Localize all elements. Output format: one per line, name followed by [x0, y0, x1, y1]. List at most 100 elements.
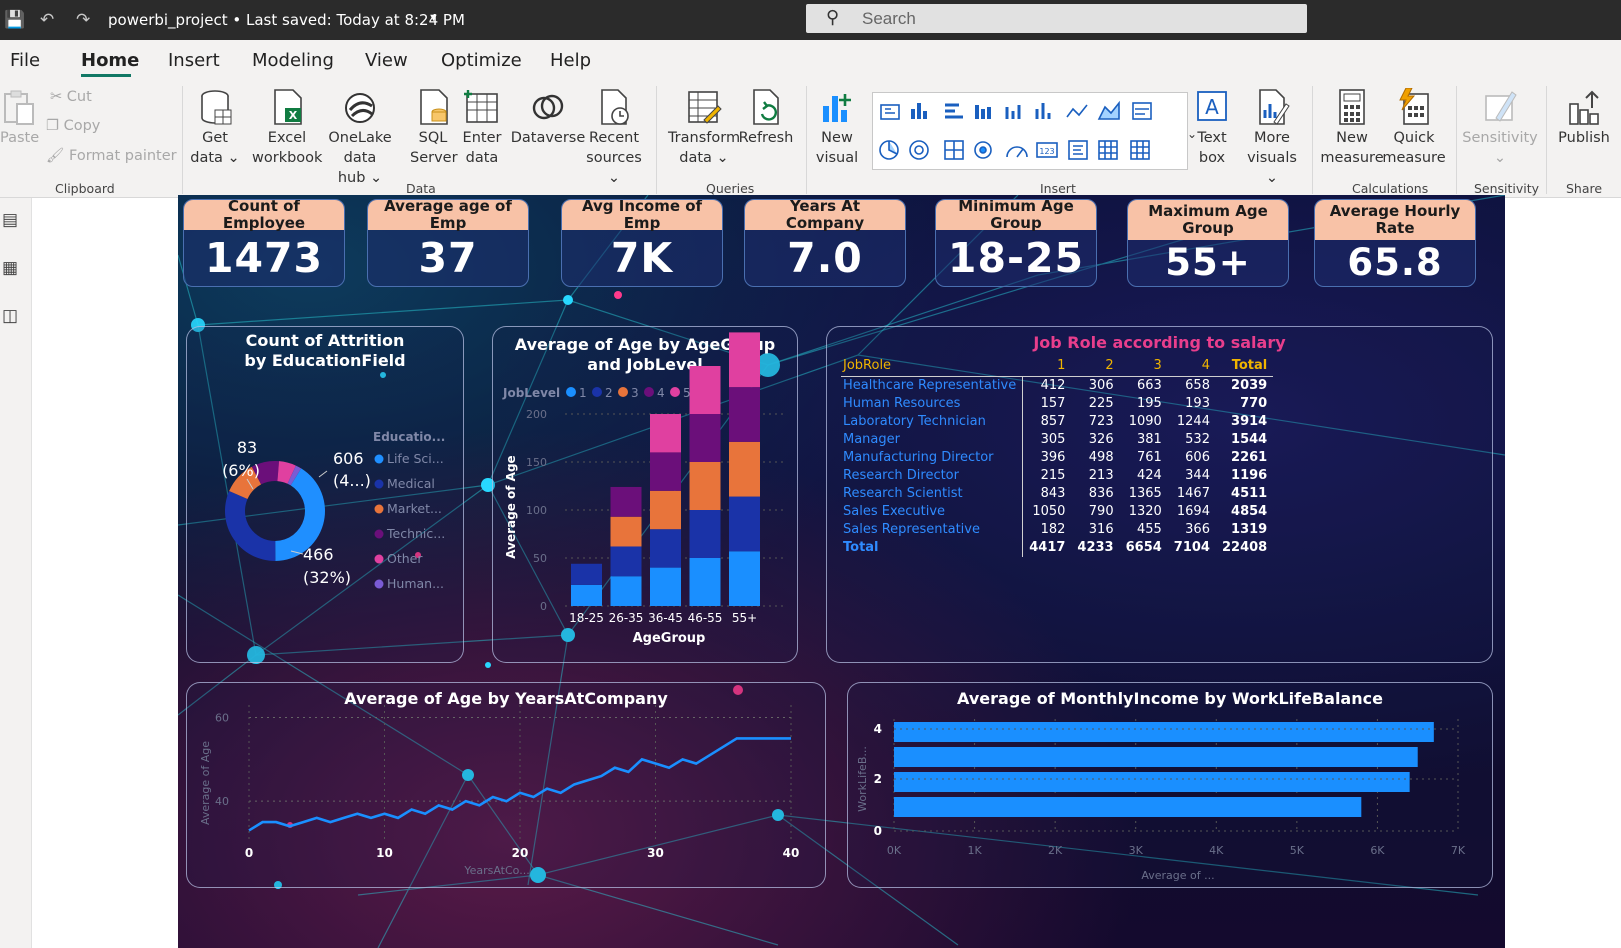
table-view-icon[interactable]: ▦ [2, 258, 18, 278]
bar-segment [650, 452, 681, 491]
column-header[interactable]: JobRole [841, 355, 1023, 377]
column-header[interactable]: 1 [1023, 355, 1072, 377]
kpi-card-maximum-age-group[interactable]: Maximum Age Group 55+ [1127, 199, 1289, 287]
attrition-donut-panel[interactable]: Count of Attrition by EducationField 83(… [186, 326, 464, 663]
table-cell: 1090 [1128, 414, 1162, 429]
x-tick-label: 26-35 [609, 611, 644, 625]
bar-segment [689, 510, 721, 558]
table-row[interactable]: Healthcare Representative 412 306 663 658 203… [841, 376, 1273, 395]
sql-server-button[interactable]: SQL Server [410, 88, 458, 168]
text-box-button[interactable]: A Text box [1190, 88, 1234, 168]
table-row[interactable]: Manufacturing Director 396 498 761 606 2261 [841, 448, 1273, 467]
legend-label: 1 [579, 386, 587, 400]
table-cell: Total [841, 538, 1024, 557]
quick-measure-button[interactable]: Quick measure [1382, 88, 1446, 168]
table-row[interactable]: Research Scientist 843 836 1365 1467 4511 [841, 484, 1273, 503]
publish-icon [1569, 90, 1599, 125]
tab-optimize[interactable]: Optimize [441, 50, 522, 71]
bar-segment [571, 563, 602, 585]
tab-home[interactable]: Home [81, 50, 139, 71]
table-row[interactable]: Sales Executive 1050 790 1320 1694 4854 [841, 502, 1273, 521]
bar-segment [689, 414, 721, 462]
donut-label: (32%) [303, 568, 351, 587]
stacked-bar-chart: JobLevel 1 2 3 4 505010015020018-25 26-35 36-45… [502, 332, 783, 646]
group-separator [806, 86, 807, 194]
kpi-card-minimum-age-group[interactable]: Minimum Age Group 18-25 [935, 199, 1097, 287]
kpi-value: 7.0 [787, 234, 863, 282]
tab-insert[interactable]: Insert [168, 50, 220, 71]
table-cell: 1467 [1176, 486, 1210, 501]
table-cell: Sales Representative [841, 520, 1024, 539]
save-icon[interactable]: 💾 [4, 10, 25, 30]
kpi-card-years-at-company[interactable]: Years At Company 7.0 [744, 199, 906, 287]
dataverse-icon [532, 94, 564, 120]
tab-help[interactable]: Help [550, 50, 591, 71]
table-cell: 7104 [1173, 540, 1210, 555]
format-painter-button[interactable]: 🖌 Format painter [46, 147, 177, 164]
legend-marker [566, 387, 576, 397]
new-measure-button[interactable]: New measure [1320, 88, 1384, 168]
kpi-value: 37 [418, 234, 478, 282]
age-years-line-panel[interactable]: Average of Age by YearsAtCompany 40 60 0 10… [186, 682, 826, 888]
chevron-down-icon[interactable]: ▼ [428, 12, 439, 24]
publish-button[interactable]: Publish [1554, 88, 1614, 148]
donut-chart: 83 (6%) 606 (4...) 466 (32%) Educatio... Life S… [222, 430, 445, 591]
menu-bar: File Home Insert Modeling View Optimize … [0, 40, 1621, 80]
dataverse-button[interactable]: Dataverse [508, 88, 588, 148]
enter-data-button[interactable]: Enter data [458, 88, 506, 168]
refresh-button[interactable]: Refresh [734, 88, 798, 148]
redo-icon[interactable]: ↷ [76, 10, 90, 30]
visual-gallery[interactable]: 123 [872, 92, 1188, 170]
total-row[interactable]: Total 4417 4233 6654 7104 22408 [841, 538, 1273, 557]
search-icon: ⚲ [826, 7, 840, 27]
document-title[interactable]: powerbi_project • Last saved: Today at 8… [108, 11, 465, 29]
transform-data-button[interactable]: Transform data ⌄ [664, 88, 744, 168]
sensitivity-button[interactable]: Sensitivity ⌄ [1460, 88, 1540, 168]
more-visuals-button[interactable]: More visuals ⌄ [1240, 88, 1304, 188]
kpi-card-avg-income[interactable]: Avg Income of Emp 7K [561, 199, 723, 287]
undo-icon[interactable]: ↶ [40, 10, 54, 30]
report-view-icon[interactable]: ▤ [2, 210, 18, 230]
table-cell: Manufacturing Director [841, 448, 1024, 467]
column-header[interactable]: 3 [1120, 355, 1168, 377]
table-cell: Manager [841, 430, 1024, 449]
kpi-card-average-age[interactable]: Average age of Emp 37 [367, 199, 529, 287]
table-row[interactable]: Research Director 215 213 424 344 1196 [841, 466, 1273, 485]
table-row[interactable]: Laboratory Technician 857 723 1090 1244 3914 [841, 412, 1273, 431]
x-tick-label: 5K [1290, 844, 1305, 857]
get-data-button[interactable]: Get data ⌄ [190, 88, 240, 168]
column-header[interactable]: Total [1216, 355, 1273, 377]
search-input[interactable]: ⚲ Search [806, 4, 1307, 33]
y-tick-label: 0 [874, 824, 882, 838]
onelake-data-hub-button[interactable]: OneLake data hub ⌄ [312, 88, 408, 188]
tab-modeling[interactable]: Modeling [252, 50, 334, 71]
age-group-bar-panel[interactable]: Average of Age by AgeGroup and JobLevel … [492, 326, 798, 663]
copy-button[interactable]: ❐ Copy [46, 118, 100, 134]
table-row[interactable]: Sales Representative 182 316 455 366 1319 [841, 520, 1273, 539]
table-row[interactable]: Manager 305 326 381 532 1544 [841, 430, 1273, 449]
table-row[interactable]: Human Resources 157 225 195 193 770 [841, 394, 1273, 413]
column-header[interactable]: 4 [1168, 355, 1216, 377]
job-role-matrix: JobRole 1 2 3 4 Total Healthcare Representati… [841, 355, 1274, 557]
new-visual-button[interactable]: New visual [812, 88, 862, 168]
income-worklife-bar-panel[interactable]: Average of MonthlyIncome by WorkLifeBala… [847, 682, 1493, 888]
table-cell: 306 [1088, 378, 1114, 394]
table-cell: 6654 [1125, 540, 1162, 555]
table-cell: 1196 [1231, 468, 1268, 483]
bar [894, 797, 1362, 817]
x-tick-label: 4K [1209, 844, 1224, 857]
job-role-table-panel[interactable]: Job Role according to salary JobRole 1 2 3 4… [826, 326, 1493, 663]
paste-button[interactable]: Paste [0, 88, 39, 148]
recent-sources-button[interactable]: Recent sources ⌄ [580, 88, 648, 188]
sensitivity-icon [1485, 91, 1517, 122]
tab-view[interactable]: View [365, 50, 408, 71]
group-label-share: Share [1566, 181, 1603, 196]
group-separator [1312, 86, 1313, 194]
tab-file[interactable]: File [10, 50, 40, 71]
kpi-card-average-hourly-rate[interactable]: Average Hourly Rate 65.8 [1314, 199, 1476, 287]
column-header[interactable]: 2 [1071, 355, 1119, 377]
table-cell: 1244 [1176, 414, 1210, 429]
model-view-icon[interactable]: ◫ [2, 306, 18, 326]
cut-button[interactable]: ✂ Cut [50, 89, 92, 105]
kpi-card-count-employee[interactable]: Count of Employee 1473 [183, 199, 345, 287]
